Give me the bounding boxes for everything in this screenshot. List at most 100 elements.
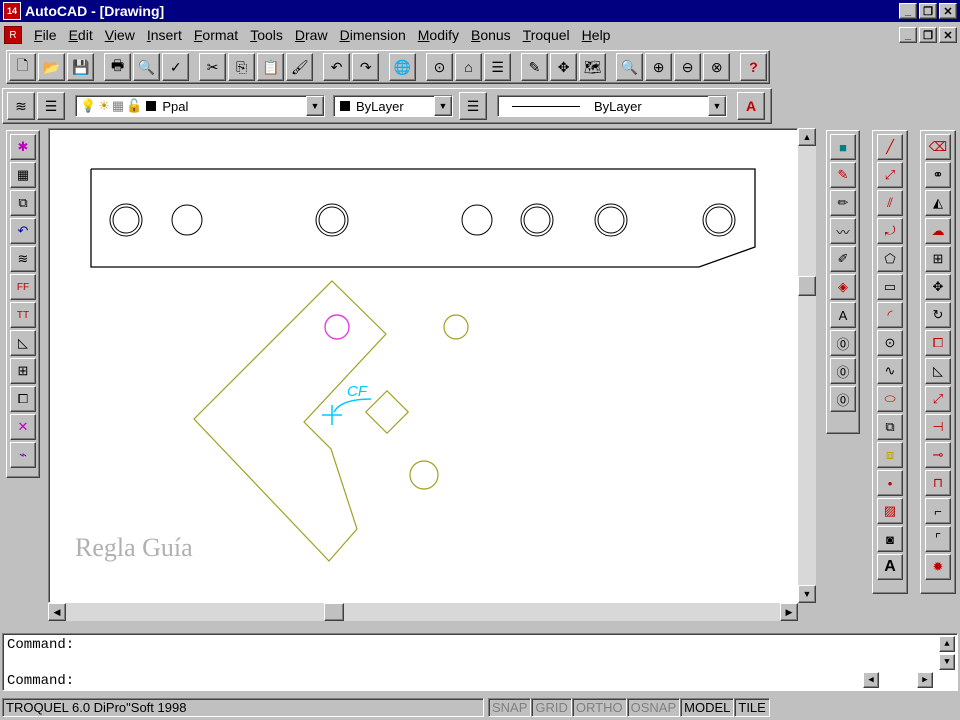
zoom-previous-icon[interactable]: ⊖	[674, 53, 702, 81]
osnap-toggle[interactable]: OSNAP	[626, 698, 681, 717]
break-icon[interactable]: ⊓	[925, 470, 951, 496]
rotate-icon[interactable]: ↶	[10, 218, 36, 244]
doc-minimize-button[interactable]: _	[899, 27, 917, 43]
chamfer-icon[interactable]: ⌐	[925, 498, 951, 524]
layers-stack-icon[interactable]: ≋	[10, 246, 36, 272]
ucs-icon[interactable]: ⌂	[455, 53, 483, 81]
scroll-down-arrow[interactable]: ▼	[798, 585, 816, 603]
drawing-canvas[interactable]: CF Regla Guía	[48, 128, 798, 603]
tile-toggle[interactable]: TILE	[734, 698, 770, 717]
rectangle-icon[interactable]: ▭	[877, 274, 903, 300]
layer-make-current-icon[interactable]: ≋	[7, 92, 35, 120]
open-folder-icon[interactable]: 📂	[38, 53, 66, 81]
snap-toggle[interactable]: SNAP	[488, 698, 532, 717]
text-edit-icon[interactable]: A	[830, 302, 856, 328]
print-preview-icon[interactable]: 🔍	[133, 53, 161, 81]
arc-icon[interactable]: ◜	[877, 302, 903, 328]
grid-view-icon[interactable]: ▦	[10, 162, 36, 188]
scroll-right-arrow[interactable]: ▶	[780, 603, 798, 621]
polygon-icon[interactable]: ⬠	[877, 246, 903, 272]
scroll-left-arrow[interactable]: ◀	[48, 603, 66, 621]
menu-tools[interactable]: Tools	[244, 27, 289, 43]
magenta-tool-icon[interactable]: ✕	[10, 414, 36, 440]
doc-close-button[interactable]: ✕	[939, 27, 957, 43]
new-file-icon[interactable]: 🗋	[9, 53, 37, 81]
offset-icon[interactable]: ☁	[925, 218, 951, 244]
command-scroll-down[interactable]: ▼	[939, 654, 955, 670]
copy-object-icon[interactable]: ⧉	[10, 190, 36, 216]
command-scroll-right[interactable]: ▶	[917, 672, 933, 688]
rotate-modify-icon[interactable]: ↻	[925, 302, 951, 328]
undo-icon[interactable]: ↶	[323, 53, 351, 81]
menu-troquel[interactable]: Troquel	[517, 27, 576, 43]
cut-icon[interactable]: ✂	[199, 53, 227, 81]
aerial-view-icon[interactable]: 🗺	[579, 53, 607, 81]
sketch-icon[interactable]: 〰	[830, 218, 856, 244]
command-window[interactable]: Command: Command: ▲ ▼ ◀ ▶	[2, 633, 958, 691]
horizontal-scroll-thumb[interactable]	[324, 603, 344, 621]
text-style-icon[interactable]: A	[737, 92, 765, 120]
edit-drawing-icon[interactable]: ✎	[830, 162, 856, 188]
vertical-scrollbar[interactable]: ▲ ▼	[798, 128, 816, 603]
menu-insert[interactable]: Insert	[141, 27, 188, 43]
minimize-button[interactable]: _	[899, 3, 917, 19]
point-icon[interactable]: •	[877, 470, 903, 496]
troquel-star-icon[interactable]: ✱	[10, 134, 36, 160]
ellipse-icon[interactable]: ⬭	[877, 386, 903, 412]
dimension-tt-icon[interactable]: TT	[10, 302, 36, 328]
explode-icon[interactable]: ✹	[925, 554, 951, 580]
help-icon[interactable]: ?	[740, 53, 768, 81]
line-icon[interactable]: ╱	[877, 134, 903, 160]
menu-format[interactable]: Format	[188, 27, 244, 43]
layers-icon[interactable]: ☰	[37, 92, 65, 120]
autocad-app-icon[interactable]: 14	[3, 2, 21, 20]
mirror-icon[interactable]: ◭	[925, 190, 951, 216]
circle-three-icon[interactable]: ⓪	[830, 386, 856, 412]
model-toggle[interactable]: MODEL	[680, 698, 735, 717]
object-snap-icon[interactable]: ⊙	[425, 53, 453, 81]
print-icon[interactable]: 🖶	[104, 53, 132, 81]
spline-icon[interactable]: ∿	[877, 358, 903, 384]
insert-block-icon[interactable]: ⧉	[877, 414, 903, 440]
vertical-scroll-thumb[interactable]	[798, 276, 816, 296]
layer-dropdown[interactable]: 💡 ☀ ▦ 🔓 Ppal ▼	[75, 95, 325, 117]
menu-bonus[interactable]: Bonus	[465, 27, 517, 43]
linetype-dropdown[interactable]: ByLayer ▼	[497, 95, 727, 117]
menu-help[interactable]: Help	[576, 27, 617, 43]
restore-button[interactable]: ❐	[919, 3, 937, 19]
multiline-text-icon[interactable]: A	[877, 554, 903, 580]
redraw-icon[interactable]: ✎	[520, 53, 549, 81]
linetype-icon[interactable]: ☰	[459, 92, 487, 120]
match-properties-icon[interactable]: 🖌	[286, 53, 314, 81]
zoom-extents-icon[interactable]: ⊗	[703, 53, 731, 81]
menu-file[interactable]: File	[28, 27, 63, 43]
pencil-icon[interactable]: ✏	[830, 190, 856, 216]
menu-draw[interactable]: Draw	[289, 27, 334, 43]
command-scroll-left[interactable]: ◀	[863, 672, 879, 688]
menu-modify[interactable]: Modify	[412, 27, 465, 43]
block-icon[interactable]: ⧠	[10, 386, 36, 412]
menu-dimension[interactable]: Dimension	[334, 27, 412, 43]
copy-object-modify-icon[interactable]: ⚭	[925, 162, 951, 188]
command-scroll-up[interactable]: ▲	[939, 636, 955, 652]
paste-icon[interactable]: 📋	[257, 53, 285, 81]
color-dropdown-arrow[interactable]: ▼	[434, 96, 452, 116]
scale-icon[interactable]: ⧠	[925, 330, 951, 356]
region-icon[interactable]: ◙	[877, 526, 903, 552]
doc-restore-button[interactable]: ❐	[919, 27, 937, 43]
color-dropdown[interactable]: ByLayer ▼	[333, 95, 453, 117]
save-icon[interactable]: 💾	[67, 53, 95, 81]
close-button[interactable]: ✕	[939, 3, 957, 19]
redo-icon[interactable]: ↷	[352, 53, 380, 81]
zoom-window-icon[interactable]: ⊕	[645, 53, 673, 81]
menu-view[interactable]: View	[99, 27, 141, 43]
menu-edit[interactable]: Edit	[63, 27, 99, 43]
copy-icon[interactable]: ⎘	[228, 53, 256, 81]
move-icon[interactable]: ✥	[925, 274, 951, 300]
scroll-up-arrow[interactable]: ▲	[798, 128, 816, 146]
multiline-icon[interactable]: ⫽	[877, 190, 903, 216]
document-icon[interactable]: R	[4, 26, 22, 44]
layer-dropdown-arrow[interactable]: ▼	[306, 96, 324, 116]
table-icon[interactable]: ⊞	[10, 358, 36, 384]
lengthen-icon[interactable]: ⤢	[925, 386, 951, 412]
